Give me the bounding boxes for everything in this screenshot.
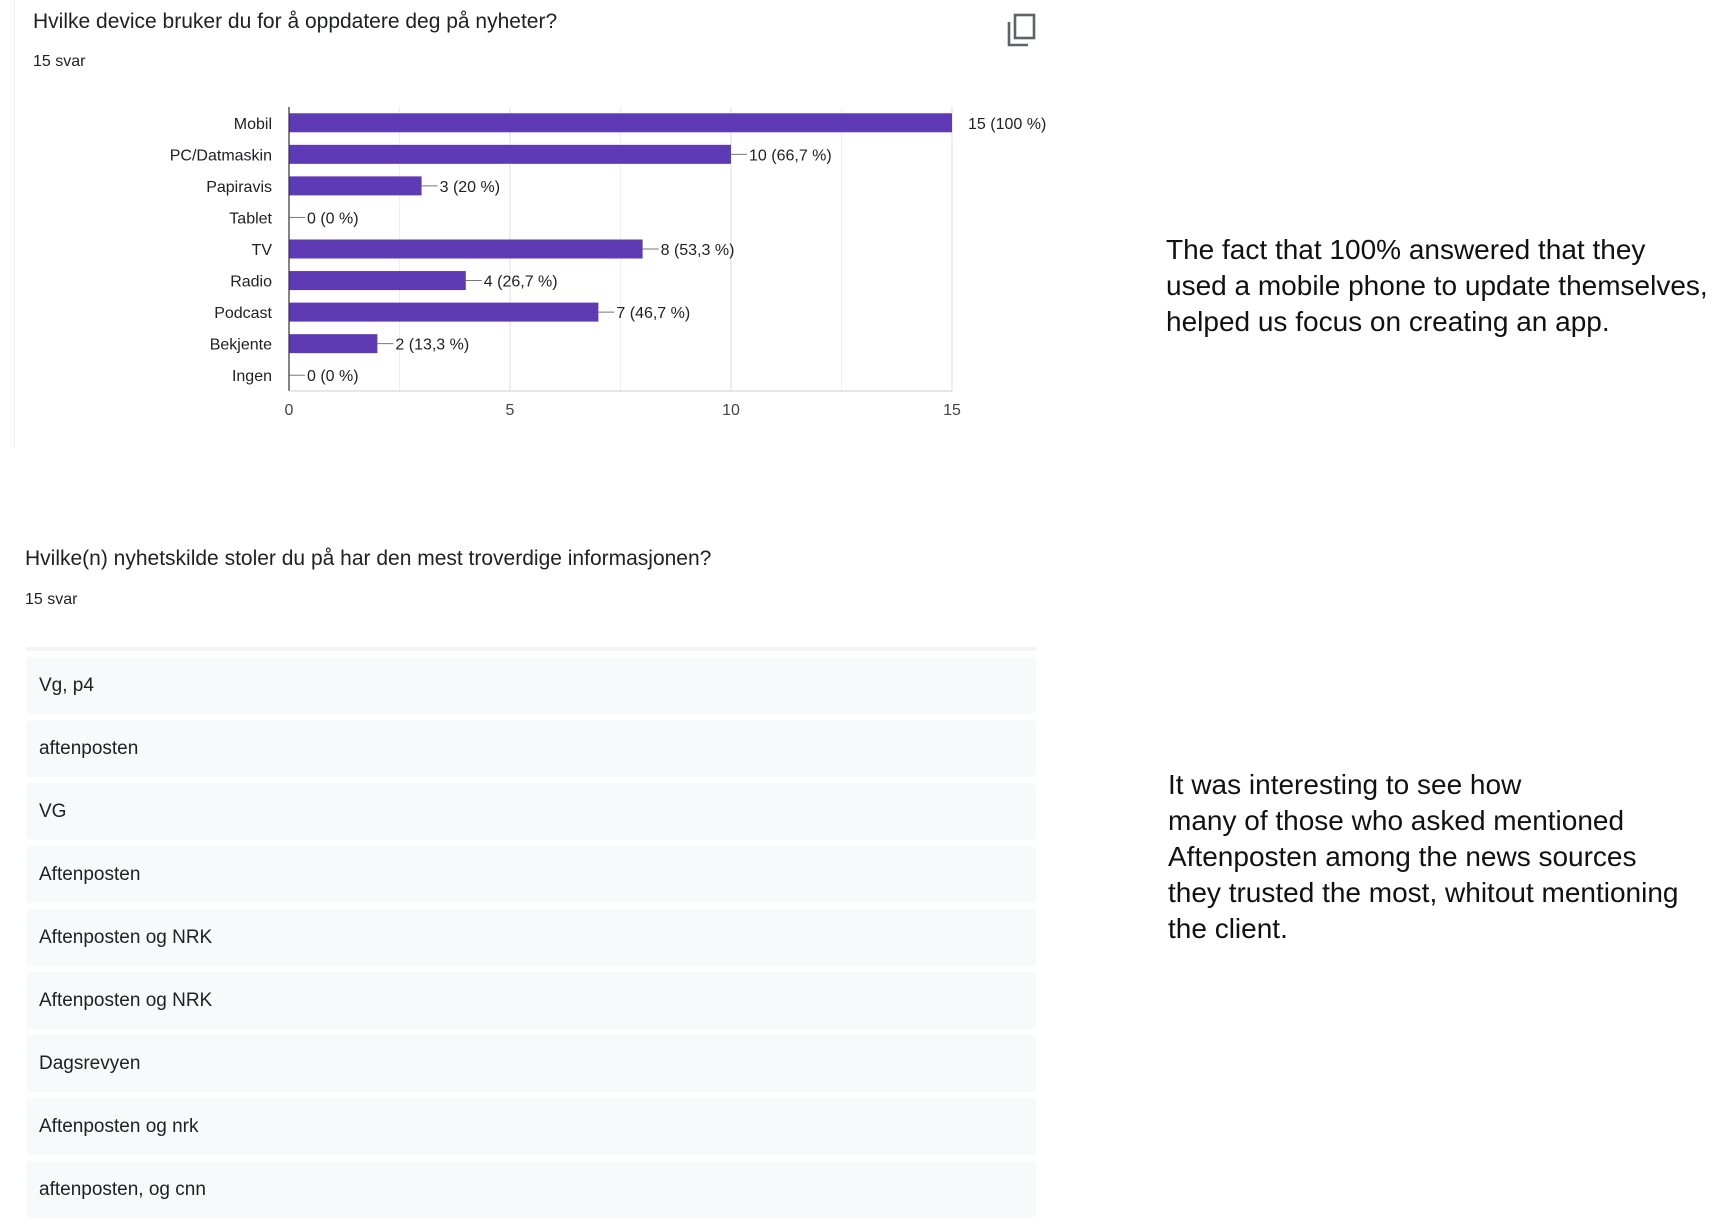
category-label: PC/Datmaskin [170, 147, 272, 164]
data-label: 15 (100 %) [968, 116, 1046, 133]
response-item: Aftenposten og nrk [26, 1098, 1036, 1155]
x-tick-label: 10 [722, 402, 740, 419]
x-tick-label: 15 [943, 402, 961, 419]
annotation-1-line: used a mobile phone to update themselves… [1166, 270, 1708, 301]
data-label: 8 (53,3 %) [661, 242, 735, 259]
bar [289, 271, 466, 291]
annotation-1-line: The fact that 100% answered that they [1166, 234, 1646, 265]
category-label: Papiravis [206, 179, 272, 196]
category-label: TV [252, 242, 273, 259]
annotation-mobile-insight: The fact that 100% answered that they us… [1166, 232, 1708, 340]
data-label: 7 (46,7 %) [616, 305, 690, 322]
response-list-top-divider [26, 647, 1036, 651]
data-label: 2 (13,3 %) [395, 337, 469, 354]
response-item: VG [26, 783, 1036, 840]
bar [289, 144, 731, 164]
bar [289, 302, 599, 322]
bar [289, 113, 952, 133]
response-item: Aftenposten og NRK [26, 909, 1036, 966]
question-2-title: Hvilke(n) nyhetskilde stoler du på har d… [25, 547, 712, 570]
bar [289, 334, 378, 354]
response-item: Aftenposten og NRK [26, 972, 1036, 1029]
category-label: Mobil [234, 116, 272, 133]
x-tick-label: 5 [506, 402, 515, 419]
data-label: 0 (0 %) [307, 210, 359, 227]
response-item: aftenposten, og cnn [26, 1161, 1036, 1218]
annotation-2-line: many of those who asked mentioned [1168, 805, 1625, 836]
bar [289, 239, 643, 259]
response-item: Vg, p4 [26, 657, 1036, 714]
category-label: Ingen [232, 368, 272, 385]
response-item: aftenposten [26, 720, 1036, 777]
annotation-2-line: the client. [1168, 913, 1288, 944]
response-item: Aftenposten [26, 846, 1036, 903]
data-label: 3 (20 %) [440, 179, 500, 196]
annotation-aftenposten-insight: It was interesting to see how many of th… [1168, 767, 1679, 947]
data-label: 0 (0 %) [307, 368, 359, 385]
x-tick-label: 0 [285, 402, 294, 419]
device-bar-chart: Mobil 15 (100 %) PC/Datmaskin 10 (66,7 %) Pa… [170, 107, 1046, 419]
data-label: 4 (26,7 %) [484, 274, 558, 291]
question-2-response-count: 15 svar [25, 591, 78, 608]
response-item: Dagsrevyen [26, 1035, 1036, 1092]
annotation-1-line: helped us focus on creating an app. [1166, 306, 1610, 337]
category-label: Tablet [229, 210, 272, 227]
response-list: Vg, p4 aftenposten VG Aftenposten Aftenp… [26, 657, 1036, 1224]
category-label: Radio [230, 274, 272, 291]
annotation-2-line: they trusted the most, whitout mentionin… [1168, 877, 1679, 908]
annotation-2-line: It was interesting to see how [1168, 769, 1522, 800]
category-label: Bekjente [210, 337, 272, 354]
category-label: Podcast [214, 305, 272, 322]
bar [289, 176, 422, 196]
data-label: 10 (66,7 %) [749, 147, 832, 164]
annotation-2-line: Aftenposten among the news sources [1168, 841, 1637, 872]
